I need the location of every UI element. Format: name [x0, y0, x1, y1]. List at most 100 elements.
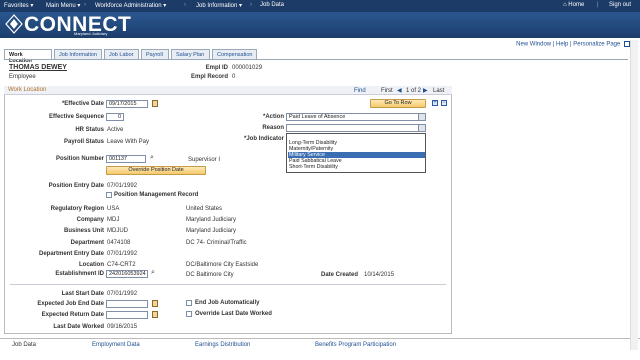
tab-compensation[interactable]: Compensation — [212, 49, 257, 59]
position-entry-date-value: 07/01/1992 — [107, 183, 138, 189]
calendar-icon[interactable] — [152, 300, 158, 307]
tab-divider — [4, 59, 628, 60]
establishment-desc: DC Baltimore City — [186, 272, 234, 278]
last-start-date-label: Last Start Date — [61, 291, 104, 297]
position-number-label: Position Number — [55, 156, 104, 162]
position-title: Supervisor I — [188, 157, 221, 163]
app-logo-subtitle: Maryland Judiciary — [74, 31, 108, 36]
tab-salary-plan[interactable]: Salary Plan — [171, 49, 210, 59]
expected-return-input[interactable] — [106, 311, 148, 319]
regulatory-region-value: USA — [107, 206, 120, 212]
last-label[interactable]: Last — [433, 88, 444, 94]
date-created-value: 10/14/2015 — [364, 272, 395, 278]
find-link[interactable]: Find — [354, 88, 366, 94]
chevron-down-icon — [418, 125, 425, 131]
empl-record-label: Empl Record — [190, 74, 228, 80]
tab-job-information[interactable]: Job Information — [54, 49, 102, 59]
search-icon[interactable]: ⌕ — [150, 154, 154, 162]
calendar-icon[interactable] — [152, 311, 158, 318]
empl-id-label: Empl ID — [205, 65, 228, 71]
establishment-id-input[interactable]: 242016053924 — [106, 270, 148, 278]
department-desc: DC 74- Criminal/Traffic — [186, 240, 247, 246]
empl-id-value: 000001029 — [232, 65, 263, 71]
page-utility-links: New Window | Help | Personalize Page — [516, 41, 630, 48]
business-unit-desc: Maryland Judiciary — [186, 228, 237, 234]
effective-date-input[interactable]: 09/17/2015 — [106, 100, 148, 108]
reason-label: Reason — [262, 125, 284, 131]
last-start-date-value: 07/01/1992 — [107, 291, 138, 297]
date-created-label: Date Created — [320, 272, 358, 278]
breadcrumb-job-information[interactable]: Job Information ▾ — [196, 2, 242, 9]
tab-job-labor[interactable]: Job Labor — [104, 49, 139, 59]
override-position-date-button[interactable]: Override Position Date — [106, 166, 206, 175]
action-value: Paid Leave of Absence — [289, 114, 346, 120]
regulatory-region-desc: United States — [186, 206, 223, 212]
previous-icon[interactable]: ◀ — [397, 87, 402, 94]
search-icon[interactable]: ⌕ — [151, 269, 155, 277]
position-entry-date-label: Position Entry Date — [48, 183, 104, 189]
business-unit-label: Business Unit — [63, 228, 104, 234]
judiciary-logo-icon — [5, 14, 23, 34]
first-label[interactable]: First — [381, 88, 393, 94]
end-job-auto-checkbox[interactable] — [186, 300, 192, 306]
breadcrumb-workforce-label: Workforce Administration — [95, 3, 162, 9]
last-date-worked-label: Last Date Worked — [53, 324, 104, 330]
main-menu-label: Main Menu — [46, 3, 76, 9]
department-entry-date-label: Department Entry Date — [38, 251, 104, 257]
help-link[interactable]: Help — [556, 42, 568, 48]
last-date-worked-value: 09/16/2015 — [107, 324, 138, 330]
department-value: 0474108 — [107, 240, 131, 246]
location-label: Location — [79, 262, 104, 268]
personalize-page-link[interactable]: Personalize Page — [573, 42, 620, 48]
location-value: C74-CRT2 — [107, 262, 136, 268]
action-select[interactable]: Paid Leave of Absence — [286, 113, 426, 121]
override-last-date-label: Override Last Date Worked — [195, 311, 272, 317]
main-menu[interactable]: Main Menu ▾ — [46, 2, 80, 9]
department-entry-date-value: 07/01/1992 — [107, 251, 138, 257]
new-window-link[interactable]: New Window — [516, 42, 551, 48]
hr-status-label: HR Status — [75, 127, 104, 133]
breadcrumb-job-information-label: Job Information — [196, 3, 238, 9]
employment-data-link[interactable]: Employment Data — [92, 342, 140, 348]
payroll-status-label: Payroll Status — [63, 139, 104, 145]
delete-row-icon[interactable]: − — [441, 100, 447, 106]
position-mgmt-record-checkbox[interactable] — [106, 192, 112, 198]
breadcrumb-separator: › — [84, 2, 86, 8]
company-desc: Maryland Judiciary — [186, 217, 237, 223]
employee-role: Employee — [9, 74, 36, 80]
breadcrumb-workforce[interactable]: Workforce Administration ▾ — [95, 2, 166, 9]
reason-select[interactable] — [286, 124, 426, 132]
tab-payroll[interactable]: Payroll — [141, 49, 169, 59]
home-icon: ⌂ — [563, 2, 567, 8]
breadcrumb-separator: › — [184, 2, 186, 8]
effective-date-label: *Effective Date — [61, 101, 104, 107]
reason-dropdown-list[interactable]: Long-Term Disability Maternity/Paternity… — [286, 133, 426, 173]
expected-job-end-label: Expected Job End Date — [37, 301, 104, 307]
go-to-row-button[interactable]: Go To Row — [370, 99, 426, 108]
calendar-icon[interactable] — [152, 100, 158, 107]
tab-work-location[interactable]: Work Location — [4, 49, 52, 64]
position-number-input[interactable]: 001137 — [106, 155, 146, 163]
add-row-icon[interactable]: + — [432, 100, 438, 106]
expected-return-label: Expected Return Date — [41, 312, 104, 318]
next-icon[interactable]: ▶ — [423, 87, 428, 94]
home-link[interactable]: ⌂ Home — [563, 2, 584, 8]
business-unit-value: MDJUD — [107, 228, 128, 234]
establishment-id-label: Establishment ID — [55, 271, 104, 277]
sign-out-link[interactable]: Sign out — [609, 2, 631, 8]
reason-option[interactable]: Short-Term Disability — [288, 164, 425, 170]
action-label: *Action — [263, 114, 284, 120]
effective-sequence-input[interactable]: 0 — [106, 113, 124, 121]
earnings-distribution-link[interactable]: Earnings Distribution — [195, 342, 250, 348]
override-last-date-checkbox[interactable] — [186, 311, 192, 317]
benefits-program-link[interactable]: Benefits Program Participation — [315, 342, 396, 348]
favorites-menu[interactable]: Favorites ▾ — [4, 2, 33, 9]
expected-job-end-input[interactable] — [106, 300, 148, 308]
breadcrumb-separator: › — [250, 2, 252, 8]
frame-title: Work Location — [8, 87, 47, 93]
effective-sequence-label: Effective Sequence — [48, 114, 104, 120]
vertical-scrollbar[interactable] — [630, 40, 638, 350]
employee-name: THOMAS DEWEY — [9, 64, 67, 71]
home-label: Home — [568, 2, 585, 8]
breadcrumb-job-data: Job Data — [260, 2, 285, 8]
